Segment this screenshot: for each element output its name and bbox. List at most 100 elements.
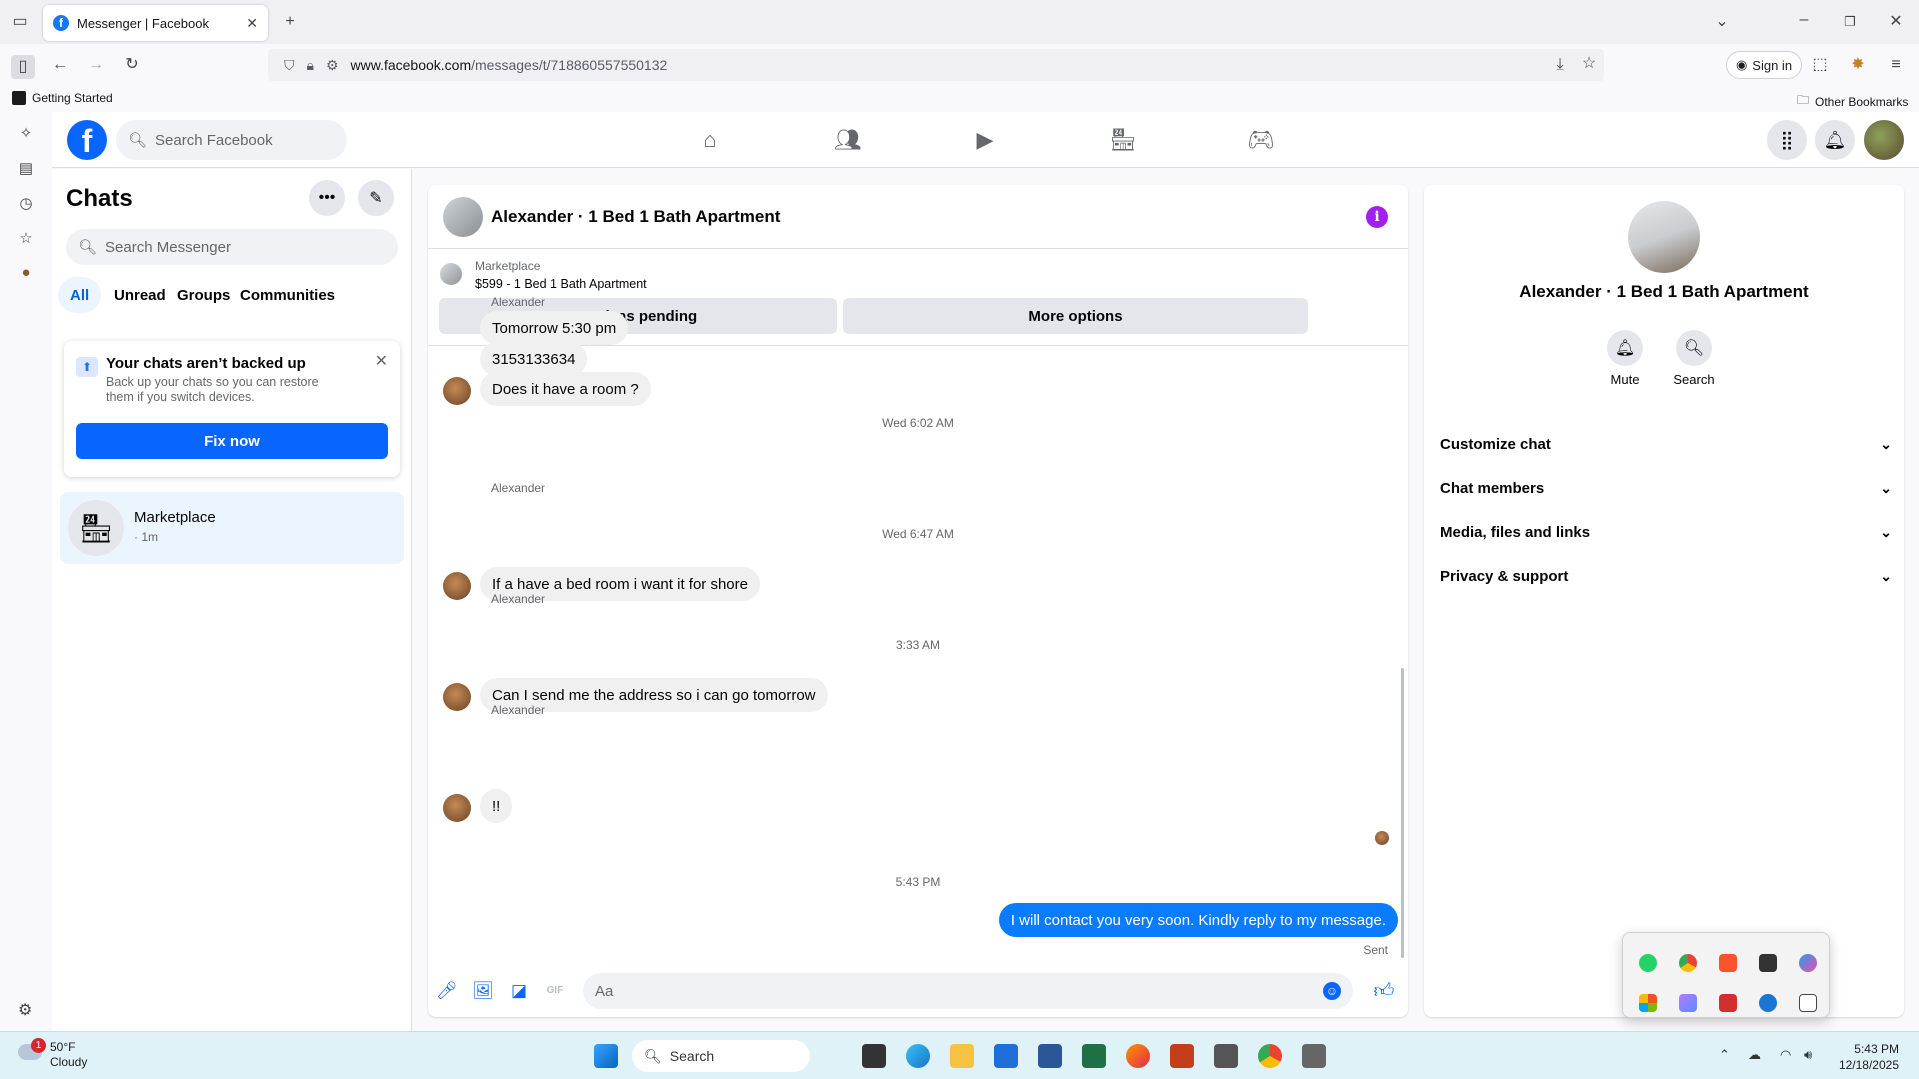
whatsapp-icon[interactable] (1639, 954, 1657, 972)
home-icon[interactable]: ⌂ (694, 124, 726, 156)
excel-icon[interactable] (1082, 1044, 1106, 1068)
media-files-links-section[interactable]: Media, files and links ⌄ (1440, 514, 1892, 550)
tab-list-icon[interactable]: ▭ (8, 12, 32, 32)
edge-icon[interactable] (906, 1044, 930, 1068)
store-tray-icon[interactable] (1639, 994, 1657, 1012)
bookmark-getting-started[interactable]: Getting Started (12, 91, 113, 105)
marketplace-icon[interactable]: 🏪︎ (1107, 124, 1139, 156)
reload-icon[interactable]: ↻ (120, 55, 144, 75)
notifications-bell-icon[interactable]: 🔔︎ (1815, 120, 1855, 160)
listing-title[interactable]: $599 - 1 Bed 1 Bath Apartment (475, 277, 647, 291)
powerpoint-icon[interactable] (1170, 1044, 1194, 1068)
like-thumbs-up-icon[interactable]: 👍︎ (1373, 980, 1395, 1002)
calculator-icon[interactable] (1302, 1044, 1326, 1068)
menu-icon[interactable]: ≡ (1884, 55, 1908, 75)
gif-icon[interactable]: GIF (544, 980, 566, 1002)
privacy-support-section[interactable]: Privacy & support ⌄ (1440, 558, 1892, 594)
copilot-icon[interactable] (1799, 954, 1817, 972)
sticker-icon[interactable]: ◪ (508, 980, 530, 1002)
url-bar[interactable]: ⛉ 🔒︎ ⚙︎ www.facebook.com /messages/t/718… (268, 49, 1604, 81)
more-options-button[interactable]: More options (843, 298, 1308, 334)
word-icon[interactable] (1038, 1044, 1062, 1068)
my-message-bubble[interactable]: I will contact you very soon. Kindly rep… (998, 903, 1398, 937)
chats-options-button[interactable]: ••• (309, 180, 345, 216)
chrome-taskbar-icon[interactable] (1258, 1044, 1282, 1068)
restore-icon[interactable]: ❐ (1838, 12, 1862, 32)
messenger-search-input[interactable]: 🔍︎ Search Messenger (66, 229, 398, 265)
show-hidden-icons-chevron-icon[interactable]: ⌃ (1719, 1047, 1730, 1063)
firefox-icon[interactable] (1126, 1044, 1150, 1068)
security-icon[interactable] (1759, 994, 1777, 1012)
info-icon[interactable]: i (1366, 206, 1388, 228)
forward-icon[interactable]: → (84, 55, 108, 75)
app-icon[interactable] (1214, 1044, 1238, 1068)
filter-communities[interactable]: Communities (228, 277, 347, 313)
conversation-title[interactable]: Alexander · 1 Bed 1 Bath Apartment (491, 207, 780, 227)
sender-avatar[interactable] (443, 572, 471, 600)
message-bubble[interactable]: Tomorrow 5:30 pm (480, 311, 629, 345)
clock[interactable]: 5:43 PM 12/18/2025 (1839, 1041, 1899, 1073)
shield-icon[interactable]: ⛉ (284, 57, 295, 74)
settings-gear-icon[interactable]: ⚙ (18, 1000, 32, 1020)
bookmark-star-icon[interactable]: ☆ (1577, 54, 1601, 74)
close-window-icon[interactable]: ✕ (1884, 12, 1908, 32)
minimize-icon[interactable]: – (1792, 10, 1816, 30)
ai-chat-icon[interactable]: ✧ (14, 124, 38, 142)
conversation-list-item[interactable]: 🏪︎ Marketplace · 1m (60, 492, 404, 564)
task-view-icon[interactable] (862, 1044, 886, 1068)
pen-icon[interactable] (1679, 994, 1697, 1012)
tab-overflow-chevron-icon[interactable]: ⌄ (1710, 12, 1734, 32)
conversation-avatar[interactable] (443, 197, 483, 237)
chrome-icon[interactable] (1679, 954, 1697, 972)
sender-avatar[interactable] (443, 794, 471, 822)
usb-icon[interactable] (1799, 994, 1817, 1012)
bookmarks-icon[interactable]: ☆ (14, 229, 38, 247)
sender-avatar[interactable] (443, 377, 471, 405)
other-bookmarks[interactable]: 🗀 Other Bookmarks (1797, 91, 1908, 112)
message-bubble[interactable]: 3153133634 (480, 342, 588, 376)
details-avatar[interactable] (1628, 201, 1700, 273)
attach-image-icon[interactable]: 🖼︎ (472, 980, 494, 1002)
wifi-icon[interactable]: ◠ (1780, 1047, 1791, 1063)
close-icon[interactable]: ✕ (375, 351, 388, 371)
listing-thumbnail[interactable] (440, 263, 462, 285)
cookie-icon[interactable]: ● (14, 264, 38, 281)
message-bubble[interactable]: !! (480, 789, 513, 823)
menu-grid-icon[interactable]: ⣿ (1767, 120, 1807, 160)
message-input[interactable]: Aa ☺ (583, 973, 1353, 1009)
facebook-logo-icon[interactable]: f (67, 120, 107, 160)
start-windows-icon[interactable] (594, 1044, 618, 1068)
sign-in-button[interactable]: ◉ Sign in (1726, 51, 1802, 79)
close-tab-icon[interactable]: ✕ (246, 15, 258, 32)
fix-now-button[interactable]: Fix now (76, 423, 388, 459)
lock-icon[interactable]: 🔒︎ (307, 57, 314, 74)
friends-icon[interactable]: 👥︎ (832, 124, 864, 156)
microphone-icon[interactable]: 🎤︎ (436, 980, 458, 1002)
onedrive-icon[interactable]: ☁ (1748, 1047, 1761, 1063)
video-icon[interactable]: ▶ (969, 124, 1001, 156)
taskbar-search[interactable]: 🔍︎ Search (632, 1040, 810, 1072)
history-icon[interactable]: ◷ (14, 194, 38, 212)
message-bubble[interactable]: Does it have a room ? (480, 372, 651, 406)
volume-icon[interactable]: 🔊︎ (1804, 1047, 1812, 1063)
brave-icon[interactable] (1719, 954, 1737, 972)
sidebar-toggle-icon[interactable]: ▯ (11, 55, 35, 79)
scrollbar[interactable] (1401, 668, 1404, 958)
permissions-icon[interactable]: ⚙︎ (326, 57, 339, 74)
new-message-button[interactable]: ✎ (358, 180, 394, 216)
file-explorer-icon[interactable] (950, 1044, 974, 1068)
pdf-icon[interactable] (1719, 994, 1737, 1012)
new-tab-icon[interactable]: + (278, 12, 302, 32)
filter-all[interactable]: All (58, 277, 102, 313)
back-icon[interactable]: ← (48, 55, 72, 75)
account-avatar[interactable] (1864, 120, 1904, 160)
app-tray-icon[interactable] (1759, 954, 1777, 972)
extension-puzzle-icon[interactable]: ✸ (1846, 55, 1870, 75)
save-page-icon[interactable]: ⤓ (1548, 55, 1572, 75)
search-in-conversation-button[interactable]: 🔍︎ Search (1664, 330, 1724, 387)
emoji-icon[interactable]: ☺ (1323, 982, 1341, 1000)
mute-button[interactable]: 🔔︎ Mute (1595, 330, 1655, 387)
browser-tab[interactable]: f Messenger | Facebook ✕ (43, 5, 268, 41)
gaming-icon[interactable]: 🎮︎ (1245, 124, 1277, 156)
facebook-search-input[interactable]: 🔍︎ Search Facebook (116, 120, 347, 160)
